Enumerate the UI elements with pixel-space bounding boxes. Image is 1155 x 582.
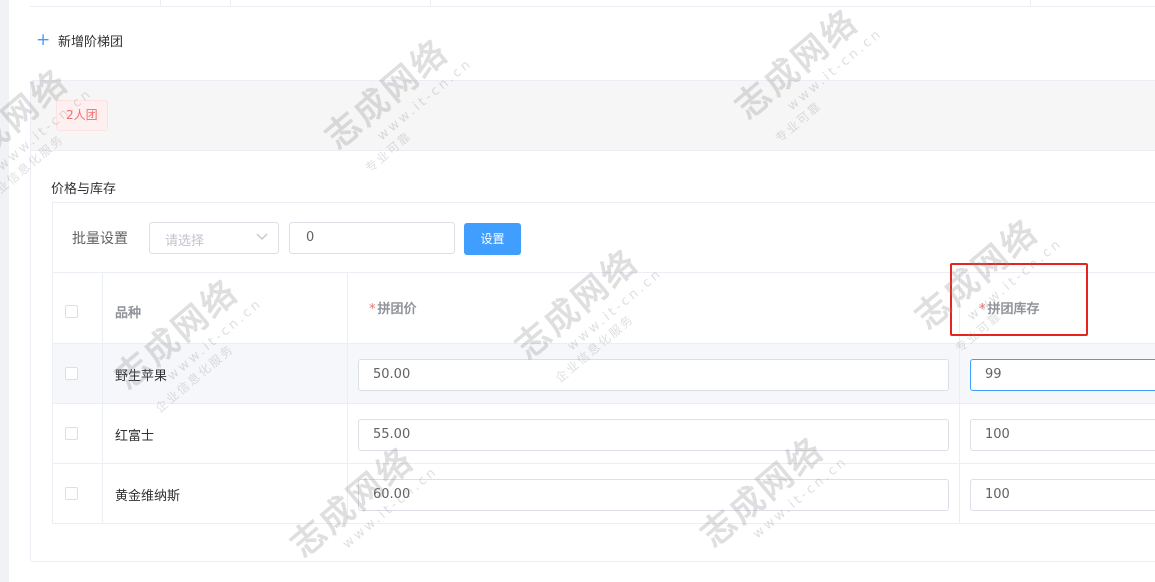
select-placeholder: 请选择 xyxy=(165,234,205,249)
group-price-input[interactable]: 50.00 xyxy=(358,359,949,391)
batch-field-select[interactable]: 请选择 xyxy=(149,222,279,254)
header-group-price-label: 拼团价 xyxy=(377,302,417,317)
table-row: 红富士 55.00 100 xyxy=(53,404,1155,464)
group-price-input[interactable]: 55.00 xyxy=(358,419,949,451)
section-title: 价格与库存 xyxy=(51,182,117,197)
required-mark: * xyxy=(979,302,986,317)
page: + 新增阶梯团 2人团 价格与库存 批量设置 请选择 0 设置 品种 * 拼团价… xyxy=(0,0,1155,582)
group-price-input[interactable]: 60.00 xyxy=(358,479,949,511)
group-card: 2人团 价格与库存 批量设置 请选择 0 设置 品种 *拼团价 *拼团库存 xyxy=(30,80,1155,562)
column-divider xyxy=(959,273,960,523)
row-checkbox[interactable] xyxy=(65,427,78,440)
group-stock-input[interactable]: 100 xyxy=(970,479,1155,511)
header-group-stock: * 拼团库存 xyxy=(979,298,1040,317)
select-all-checkbox[interactable] xyxy=(65,305,78,318)
add-tier-group-button[interactable]: + 新增阶梯团 xyxy=(36,30,123,50)
add-tier-group-label: 新增阶梯团 xyxy=(58,34,124,50)
previous-table-row xyxy=(30,0,1155,7)
left-scroll-rail xyxy=(0,0,9,582)
price-stock-table: 批量设置 请选择 0 设置 品种 * 拼团价 * 拼团库存 野生苹果 50.00… xyxy=(52,202,1155,524)
column-divider xyxy=(102,273,103,523)
group-size-tag[interactable]: 2人团 xyxy=(56,100,108,131)
table-row: 黄金维纳斯 60.00 100 xyxy=(53,464,1155,524)
chevron-down-icon xyxy=(256,233,268,240)
plus-icon: + xyxy=(36,30,51,50)
batch-value-input[interactable]: 0 xyxy=(289,222,455,254)
table-header: 品种 * 拼团价 * 拼团库存 xyxy=(53,273,1155,344)
group-stock-input[interactable]: 99 xyxy=(970,359,1155,391)
header-variety: 品种 xyxy=(115,306,142,321)
batch-set-button[interactable]: 设置 xyxy=(464,223,521,255)
variety-cell: 红富士 xyxy=(115,429,155,444)
variety-cell: 黄金维纳斯 xyxy=(115,489,181,504)
row-checkbox[interactable] xyxy=(65,367,78,380)
column-divider xyxy=(430,0,431,7)
table-row: 野生苹果 50.00 99 xyxy=(53,344,1155,404)
required-mark: * xyxy=(369,302,376,317)
column-divider xyxy=(1030,0,1031,7)
column-divider xyxy=(230,0,231,7)
batch-settings-label: 批量设置 xyxy=(72,231,128,247)
row-checkbox[interactable] xyxy=(65,487,78,500)
batch-settings-bar: 批量设置 请选择 0 设置 xyxy=(53,203,1155,273)
column-divider xyxy=(160,0,161,7)
variety-cell: 野生苹果 xyxy=(115,369,168,384)
group-stock-input[interactable]: 100 xyxy=(970,419,1155,451)
column-divider xyxy=(347,273,348,523)
header-group-stock-label: 拼团库存 xyxy=(987,302,1040,317)
header-group-price: * 拼团价 xyxy=(369,298,417,317)
group-card-header: 2人团 xyxy=(31,81,1155,151)
